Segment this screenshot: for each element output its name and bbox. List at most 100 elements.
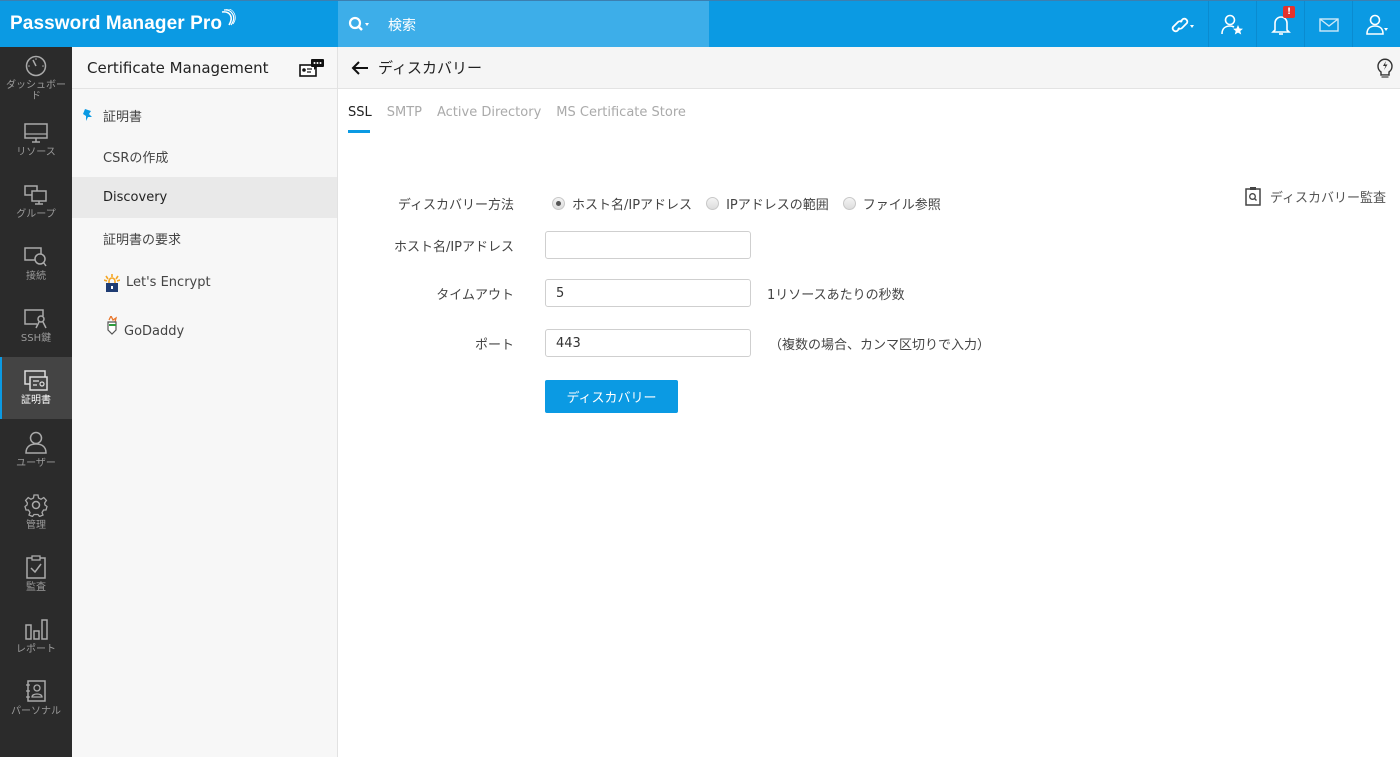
lightbulb-icon[interactable] (1376, 56, 1394, 80)
subnav-item-label: CSRの作成 (103, 151, 169, 166)
search-input[interactable]: 検索 (388, 15, 416, 35)
nav-label: 監査 (26, 582, 46, 593)
tab-ssl[interactable]: SSL (348, 105, 372, 133)
search-bar[interactable]: 検索 (338, 1, 709, 48)
user-star-icon (1220, 14, 1243, 34)
nav-audit[interactable]: 監査 (0, 543, 72, 605)
discovery-method-label: ディスカバリー方法 (397, 198, 514, 213)
nav-label: 証明書 (21, 395, 51, 406)
subnav-item-label: 証明書 (103, 110, 143, 125)
page-title: ディスカバリー (378, 59, 482, 77)
subnav-item-request-certificate[interactable]: 証明書の要求 (72, 218, 337, 259)
tab-smtp[interactable]: SMTP (387, 105, 422, 133)
logo-swoosh-icon (222, 9, 236, 26)
subnav-item-label: 証明書の要求 (103, 233, 182, 248)
nav-admin[interactable]: 管理 (0, 481, 72, 543)
radio-label: ホスト名/IPアドレス (572, 198, 693, 213)
main-header: ディスカバリー (338, 47, 1400, 89)
mail-icon (1318, 17, 1339, 32)
nav-personal[interactable]: パーソナル (0, 667, 72, 729)
certificate-subnav: Certificate Management 証明書 CSRの作成 Discov… (72, 47, 338, 757)
port-label: ポート (474, 337, 514, 353)
group-icon (24, 185, 47, 205)
personal-icon (26, 680, 46, 702)
hostname-label: ホスト名/IPアドレス (393, 239, 514, 255)
subnav-item-godaddy[interactable]: GoDaddy (72, 306, 337, 356)
main-content: ディスカバリー SSL SMTP Active Directory MS Cer… (338, 47, 1400, 757)
subnav-header: Certificate Management (72, 47, 337, 89)
nav-label: ダッシュボード (6, 79, 66, 102)
nav-dashboard[interactable]: ダッシュボード (0, 47, 72, 109)
clipboard-check-icon (26, 555, 46, 579)
notifications-button[interactable]: ! (1256, 1, 1304, 48)
timeout-hint: 1リソースあたりの秒数 (767, 287, 905, 303)
link-icon (1171, 17, 1194, 32)
user-icon (25, 431, 47, 454)
connection-icon (24, 247, 47, 267)
radio-label: ファイル参照 (862, 198, 941, 213)
subnav-item-discovery[interactable]: Discovery (72, 177, 337, 218)
port-row: ポート （複数の場合、カンマ区切りで入力） (338, 329, 990, 357)
ssh-key-icon (24, 309, 47, 329)
top-bar: Password Manager Pro 検索 ! (0, 0, 1400, 48)
search-icon[interactable] (348, 15, 372, 35)
nav-groups[interactable]: グループ (0, 171, 72, 233)
discovery-method-radio-group: ホスト名/IPアドレス IPアドレスの範囲 ファイル参照 (552, 194, 955, 213)
tab-active-directory[interactable]: Active Directory (437, 105, 541, 133)
favorite-users-button[interactable] (1208, 1, 1256, 48)
bar-chart-icon (25, 619, 48, 640)
nav-label: ユーザー (16, 458, 56, 469)
subnav-item-label: Discovery (103, 190, 168, 205)
start-discovery-button[interactable]: ディスカバリー (545, 380, 678, 413)
subnav-title: Certificate Management (87, 58, 269, 77)
discovery-tabs: SSL SMTP Active Directory MS Certificate… (348, 105, 701, 133)
subnav-item-create-csr[interactable]: CSRの作成 (72, 136, 337, 177)
radio-hostname-ip[interactable]: ホスト名/IPアドレス (552, 194, 692, 213)
lets-encrypt-logo-icon (104, 273, 120, 292)
user-menu-button[interactable] (1352, 1, 1400, 48)
nav-ssh-keys[interactable]: SSH鍵 (0, 295, 72, 357)
nav-users[interactable]: ユーザー (0, 419, 72, 481)
nav-resources[interactable]: リソース (0, 109, 72, 171)
nav-connections[interactable]: 接続 (0, 233, 72, 295)
radio-unchecked-icon (842, 197, 856, 210)
nav-label: 管理 (26, 520, 46, 531)
nav-label: レポート (16, 644, 56, 655)
hostname-row: ホスト名/IPアドレス (338, 231, 751, 259)
notification-badge: ! (1283, 6, 1295, 18)
timeout-input[interactable] (545, 279, 751, 307)
nav-label: グループ (16, 209, 56, 220)
clipboard-search-icon (1245, 187, 1261, 206)
monitor-icon (24, 123, 48, 143)
subnav-item-lets-encrypt[interactable]: Let's Encrypt (72, 259, 337, 306)
gear-icon (24, 494, 48, 517)
hostname-input[interactable] (545, 231, 751, 259)
port-input[interactable] (545, 329, 751, 357)
discovery-method-row: ディスカバリー方法 ホスト名/IPアドレス IPアドレスの範囲 ファイル参照 (338, 194, 955, 213)
tab-ms-certificate-store[interactable]: MS Certificate Store (556, 105, 686, 133)
pin-icon (83, 109, 92, 121)
radio-label: IPアドレスの範囲 (726, 198, 829, 213)
nav-label: パーソナル (11, 706, 61, 717)
nav-label: 接続 (26, 271, 46, 282)
messages-button[interactable] (1304, 1, 1352, 48)
certificate-chat-icon[interactable] (299, 58, 325, 78)
app-logo[interactable]: Password Manager Pro (10, 9, 236, 39)
subnav-item-certificates[interactable]: 証明書 (72, 95, 337, 136)
discovery-audit-link[interactable]: ディスカバリー監査 (1245, 186, 1386, 206)
nav-label: SSH鍵 (20, 333, 52, 344)
subnav-item-label: Let's Encrypt (126, 275, 211, 290)
user-icon (1365, 14, 1388, 35)
nav-reports[interactable]: レポート (0, 605, 72, 667)
dashboard-icon (25, 55, 47, 76)
radio-file-import[interactable]: ファイル参照 (842, 194, 941, 213)
left-nav: ダッシュボード リソース グループ 接続 SSH鍵 証明書 ユーザー 管理 監査… (0, 47, 72, 757)
radio-ip-range[interactable]: IPアドレスの範囲 (706, 194, 829, 213)
back-arrow-icon[interactable] (350, 60, 370, 76)
radio-unchecked-icon (706, 197, 720, 210)
timeout-row: タイムアウト 1リソースあたりの秒数 (338, 279, 905, 307)
radio-checked-icon (552, 197, 565, 210)
link-menu-button[interactable] (1160, 1, 1208, 48)
app-title: Password Manager Pro (10, 13, 223, 34)
nav-certificates[interactable]: 証明書 (0, 357, 72, 419)
